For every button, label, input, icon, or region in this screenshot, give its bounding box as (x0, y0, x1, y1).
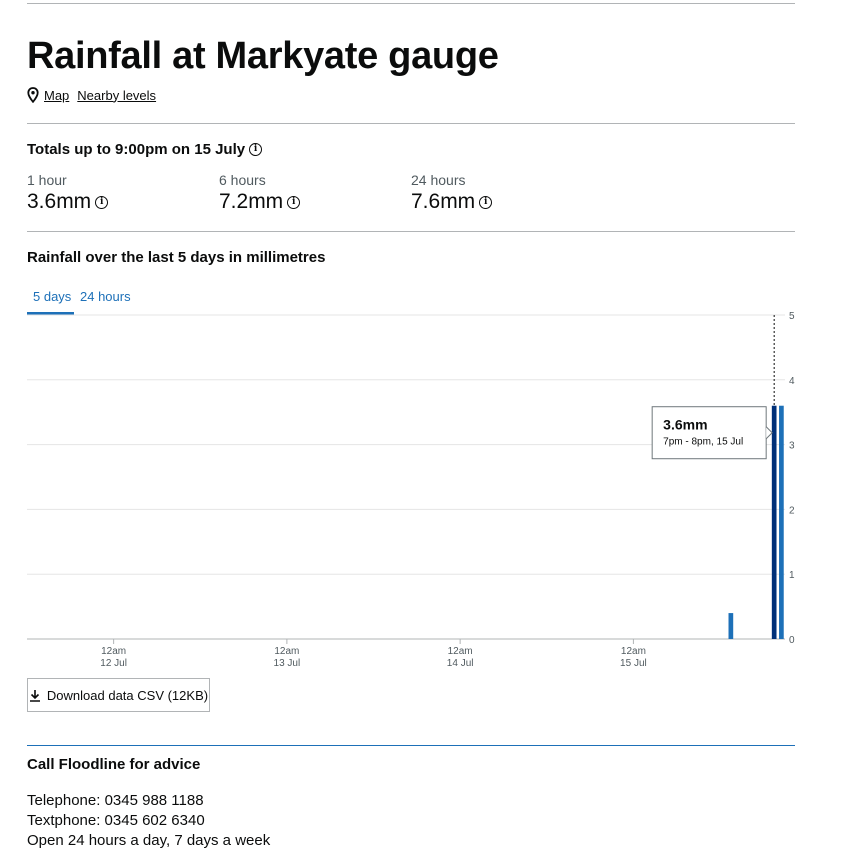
total-label: 24 hours (411, 172, 466, 188)
floodline-hours: Open 24 hours a day, 7 days a week (27, 832, 271, 849)
top-divider (27, 3, 795, 4)
x-tick-label: 14 Jul (447, 658, 474, 669)
download-csv-button[interactable]: Download data CSV (12KB) (27, 678, 210, 712)
page-links: Map Nearby levels (27, 87, 164, 103)
x-tick-label: 12am (448, 646, 473, 657)
y-tick-label: 5 (789, 311, 795, 322)
floodline-telephone: Telephone: 0345 988 1188 (27, 792, 204, 809)
x-tick-label: 12am (621, 646, 646, 657)
total-value-row: 3.6mm i (27, 190, 109, 214)
map-link[interactable]: Map (44, 88, 69, 103)
page-title: Rainfall at Markyate gauge (27, 35, 499, 77)
rainfall-bar (771, 405, 777, 639)
floodline-textphone: Textphone: 0345 602 6340 (27, 812, 205, 829)
y-tick-label: 1 (789, 570, 795, 581)
total-24-hours: 24 hours 7.6mm i (411, 172, 493, 214)
y-tick-label: 0 (789, 635, 795, 646)
info-icon[interactable]: i (95, 195, 109, 209)
total-1-hour: 1 hour 3.6mm i (27, 172, 109, 214)
total-label: 6 hours (219, 172, 266, 188)
info-icon[interactable]: i (287, 195, 301, 209)
tooltip-arrow (765, 426, 773, 440)
totals-heading-text: Totals up to 9:00pm on 15 July (27, 141, 246, 158)
totals-heading: Totals up to 9:00pm on 15 July i (27, 141, 263, 158)
total-label: 1 hour (27, 172, 67, 188)
rainfall-chart[interactable]: 01234512am12 Jul12am13 Jul12am14 Jul12am… (0, 300, 854, 680)
download-label: Download data CSV (12KB) (46, 687, 209, 703)
tooltip-value: 3.6mm (663, 417, 707, 433)
total-value: 3.6mm (27, 190, 92, 213)
total-value: 7.2mm (219, 190, 284, 213)
total-6-hours: 6 hours 7.2mm i (219, 172, 301, 214)
tooltip-time: 7pm - 8pm, 15 Jul (663, 437, 743, 448)
download-icon (29, 689, 40, 702)
nearby-levels-link[interactable]: Nearby levels (77, 88, 156, 103)
floodline-divider (27, 745, 795, 746)
x-tick-label: 12am (101, 646, 126, 657)
rainfall-bar (779, 405, 784, 639)
section-divider (27, 231, 795, 232)
chart-heading: Rainfall over the last 5 days in millime… (27, 249, 326, 266)
total-value-row: 7.2mm i (219, 190, 301, 214)
map-pin-icon (27, 87, 39, 103)
section-divider (27, 123, 795, 124)
x-tick-label: 13 Jul (274, 658, 301, 669)
x-tick-label: 12 Jul (100, 658, 127, 669)
floodline-heading: Call Floodline for advice (27, 756, 201, 773)
x-tick-label: 15 Jul (620, 658, 647, 669)
rainfall-bar (728, 613, 734, 639)
total-value-row: 7.6mm i (411, 190, 493, 214)
y-tick-label: 2 (789, 505, 795, 516)
info-icon[interactable]: i (249, 143, 263, 156)
y-tick-label: 3 (789, 441, 795, 452)
total-value: 7.6mm (411, 190, 476, 213)
x-tick-label: 12am (274, 646, 299, 657)
info-icon[interactable]: i (479, 195, 493, 209)
y-tick-label: 4 (789, 376, 795, 387)
